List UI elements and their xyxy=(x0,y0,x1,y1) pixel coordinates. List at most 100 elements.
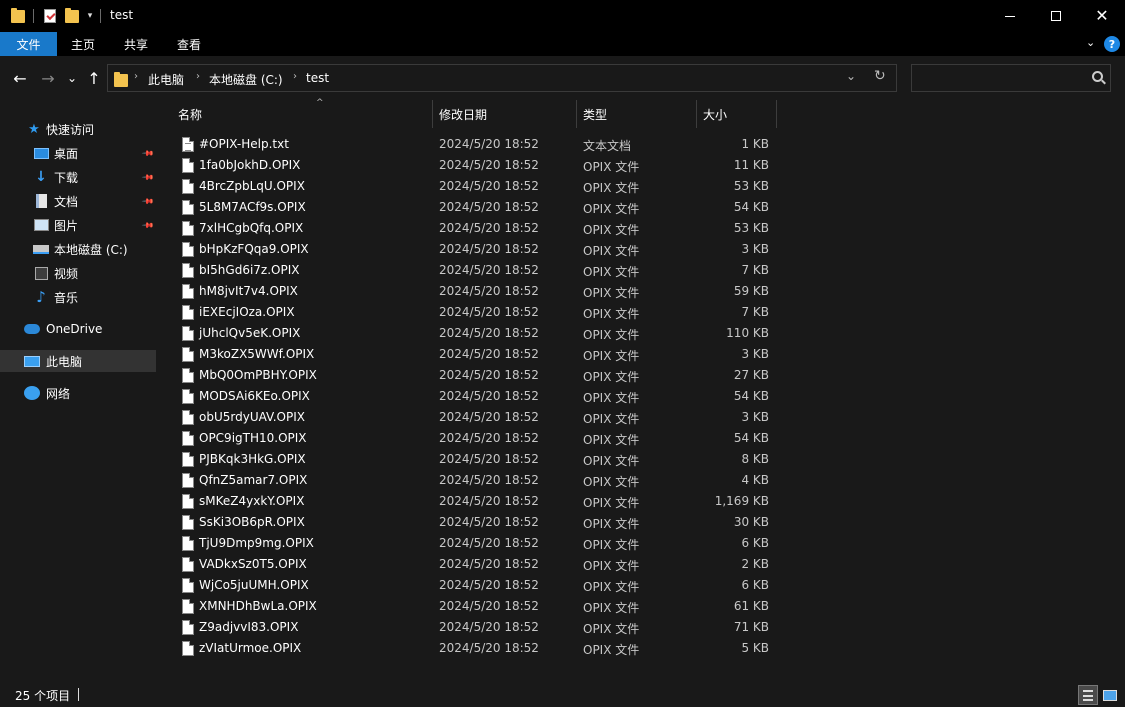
file-size: 3 KB xyxy=(741,242,769,256)
back-button[interactable]: ← xyxy=(10,66,30,90)
chevron-down-icon[interactable]: ⌄ xyxy=(1086,36,1095,49)
file-row[interactable]: hM8jvIt7v4.OPIX 2024/5/20 18:52 OPIX 文件 59 … xyxy=(160,281,1125,302)
maximize-icon xyxy=(1051,11,1061,21)
sidebar-item-music[interactable]: ♪ 音乐 xyxy=(0,286,156,308)
details-view-button[interactable] xyxy=(1078,685,1098,705)
sidebar-item-this-pc[interactable]: 此电脑 xyxy=(0,350,156,372)
sidebar-item-label: 此电脑 xyxy=(46,354,83,369)
sidebar-item-videos[interactable]: 视频 xyxy=(0,262,156,284)
file-modified: 2024/5/20 18:52 xyxy=(439,137,539,151)
sidebar-item-downloads[interactable]: ↓ 下载 📌 xyxy=(0,166,156,188)
file-row[interactable]: Z9adjvvI83.OPIX 2024/5/20 18:52 OPIX 文件 71 … xyxy=(160,617,1125,638)
file-size: 54 KB xyxy=(733,200,769,214)
file-modified: 2024/5/20 18:52 xyxy=(439,305,539,319)
column-header-size[interactable]: 大小 xyxy=(703,100,776,128)
file-row[interactable]: TjU9Dmp9mg.OPIX 2024/5/20 18:52 OPIX 文件 6 K… xyxy=(160,533,1125,554)
file-size: 54 KB xyxy=(733,431,769,445)
file-row[interactable]: 4BrcZpbLqU.OPIX 2024/5/20 18:52 OPIX 文件 53 … xyxy=(160,176,1125,197)
file-icon xyxy=(182,599,194,614)
minimize-button[interactable] xyxy=(987,0,1033,32)
arrow-right-icon: → xyxy=(41,68,55,88)
file-row[interactable]: VADkxSz0T5.OPIX 2024/5/20 18:52 OPIX 文件 2 K… xyxy=(160,554,1125,575)
file-row[interactable]: 7xlHCgbQfq.OPIX 2024/5/20 18:52 OPIX 文件 53 … xyxy=(160,218,1125,239)
refresh-icon[interactable]: ↻ xyxy=(874,68,886,84)
column-resize-handle[interactable] xyxy=(696,100,697,128)
file-row[interactable]: PJBKqk3HkG.OPIX 2024/5/20 18:52 OPIX 文件 8 K… xyxy=(160,449,1125,470)
sidebar-item-network[interactable]: 网络 xyxy=(0,382,156,404)
sidebar-item-pictures[interactable]: 图片 📌 xyxy=(0,214,156,236)
column-resize-handle[interactable] xyxy=(576,100,577,128)
tab-view[interactable]: 查看 xyxy=(163,32,215,56)
forward-button[interactable]: → xyxy=(38,66,58,90)
chevron-down-icon[interactable]: ⌄ xyxy=(846,69,856,83)
file-row[interactable]: 5L8M7ACf9s.OPIX 2024/5/20 18:52 OPIX 文件 54 … xyxy=(160,197,1125,218)
column-resize-handle[interactable] xyxy=(432,100,433,128)
column-header-modified[interactable]: 修改日期 xyxy=(439,100,576,128)
tab-home[interactable]: 主页 xyxy=(57,32,109,56)
download-icon: ↓ xyxy=(35,169,47,185)
file-icon xyxy=(182,347,194,362)
close-button[interactable]: ✕ xyxy=(1079,0,1125,32)
sidebar-item-documents[interactable]: 文档 📌 xyxy=(0,190,156,212)
sidebar-item-quick-access[interactable]: ★ 快速访问 xyxy=(0,118,156,140)
breadcrumb-test[interactable]: test xyxy=(306,71,329,85)
file-row[interactable]: WjCo5juUMH.OPIX 2024/5/20 18:52 OPIX 文件 6 K… xyxy=(160,575,1125,596)
file-modified: 2024/5/20 18:52 xyxy=(439,452,539,466)
customize-dropdown-icon[interactable]: ▾ xyxy=(85,6,95,26)
file-row[interactable]: XMNHDhBwLa.OPIX 2024/5/20 18:52 OPIX 文件 61 … xyxy=(160,596,1125,617)
file-row[interactable]: SsKi3OB6pR.OPIX 2024/5/20 18:52 OPIX 文件 30 … xyxy=(160,512,1125,533)
file-type: OPIX 文件 xyxy=(583,244,640,258)
sidebar-item-onedrive[interactable]: OneDrive xyxy=(0,318,156,340)
maximize-button[interactable] xyxy=(1033,0,1079,32)
file-name: TjU9Dmp9mg.OPIX xyxy=(199,536,314,550)
breadcrumb-separator-icon[interactable]: › xyxy=(196,71,200,82)
file-row[interactable]: obU5rdyUAV.OPIX 2024/5/20 18:52 OPIX 文件 3 K… xyxy=(160,407,1125,428)
sidebar-item-local-disk[interactable]: 本地磁盘 (C:) xyxy=(0,238,156,260)
new-folder-icon[interactable] xyxy=(64,6,80,26)
tab-file[interactable]: 文件 xyxy=(0,32,57,56)
file-row[interactable]: MbQ0OmPBHY.OPIX 2024/5/20 18:52 OPIX 文件 27 … xyxy=(160,365,1125,386)
file-row[interactable]: sMKeZ4yxkY.OPIX 2024/5/20 18:52 OPIX 文件 1,1… xyxy=(160,491,1125,512)
file-size: 7 KB xyxy=(741,305,769,319)
file-row[interactable]: OPC9igTH10.OPIX 2024/5/20 18:52 OPIX 文件 54 … xyxy=(160,428,1125,449)
tab-share[interactable]: 共享 xyxy=(109,32,163,56)
file-row[interactable]: jUhclQv5eK.OPIX 2024/5/20 18:52 OPIX 文件 110… xyxy=(160,323,1125,344)
large-icons-view-button[interactable] xyxy=(1100,685,1120,705)
this-pc-icon xyxy=(24,355,40,367)
properties-icon[interactable] xyxy=(42,6,58,26)
file-row[interactable]: #OPIX-Help.txt 2024/5/20 18:52 文本文档 1 KB xyxy=(160,134,1125,155)
breadcrumb-local-disk[interactable]: 本地磁盘 (C:) xyxy=(209,71,283,88)
close-icon: ✕ xyxy=(1095,6,1109,25)
search-input[interactable] xyxy=(911,64,1111,92)
up-button[interactable]: ↑ xyxy=(84,66,104,90)
breadcrumb-this-pc[interactable]: 此电脑 xyxy=(148,71,184,88)
sidebar-item-label: 网络 xyxy=(46,386,71,401)
sidebar-item-label: OneDrive xyxy=(46,322,103,336)
file-row[interactable]: bHpKzFQqa9.OPIX 2024/5/20 18:52 OPIX 文件 3 K… xyxy=(160,239,1125,260)
file-row[interactable]: QfnZ5amar7.OPIX 2024/5/20 18:52 OPIX 文件 4 K… xyxy=(160,470,1125,491)
file-row[interactable]: 1fa0bJokhD.OPIX 2024/5/20 18:52 OPIX 文件 11 … xyxy=(160,155,1125,176)
sidebar-item-desktop[interactable]: 桌面 📌 xyxy=(0,142,156,164)
address-bar[interactable]: › 此电脑 › 本地磁盘 (C:) › test ⌄ ↻ xyxy=(107,64,897,92)
file-row[interactable]: MODSAi6KEo.OPIX 2024/5/20 18:52 OPIX 文件 54 … xyxy=(160,386,1125,407)
help-icon[interactable]: ? xyxy=(1104,36,1120,52)
file-icon xyxy=(182,200,194,215)
file-type: OPIX 文件 xyxy=(583,643,640,657)
file-row[interactable]: bI5hGd6i7z.OPIX 2024/5/20 18:52 OPIX 文件 7 K… xyxy=(160,260,1125,281)
column-resize-handle[interactable] xyxy=(776,100,777,128)
breadcrumb-separator-icon[interactable]: › xyxy=(293,71,297,82)
breadcrumb-separator-icon[interactable]: › xyxy=(134,71,138,82)
file-name: PJBKqk3HkG.OPIX xyxy=(199,452,306,466)
file-type: 文本文档 xyxy=(583,139,632,153)
file-size: 8 KB xyxy=(741,452,769,466)
file-row[interactable]: zVIatUrmoe.OPIX 2024/5/20 18:52 OPIX 文件 5 K… xyxy=(160,638,1125,659)
file-row[interactable]: iEXEcjIOza.OPIX 2024/5/20 18:52 OPIX 文件 7 K… xyxy=(160,302,1125,323)
column-header-name[interactable]: 名称 ^ xyxy=(178,98,432,128)
file-name: XMNHDhBwLa.OPIX xyxy=(199,599,317,613)
file-row[interactable]: M3koZX5WWf.OPIX 2024/5/20 18:52 OPIX 文件 3 K… xyxy=(160,344,1125,365)
file-modified: 2024/5/20 18:52 xyxy=(439,557,539,571)
search-icon[interactable] xyxy=(1092,71,1103,82)
videos-icon xyxy=(34,266,48,280)
recent-locations-button[interactable]: ⌄ xyxy=(64,66,80,90)
column-header-type[interactable]: 类型 xyxy=(583,100,696,128)
